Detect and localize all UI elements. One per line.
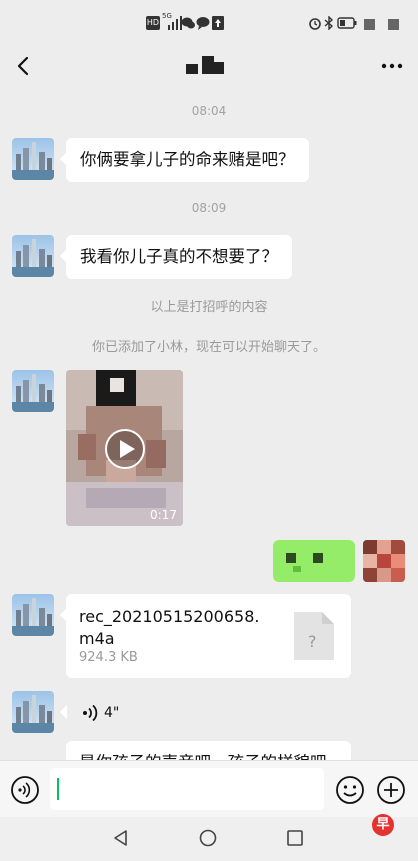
avatar-image (12, 691, 54, 733)
message-text: 是你孩子的声音吧，孩子的样貌吧 (66, 741, 351, 760)
file-size: 924.3 KB (79, 650, 138, 665)
message-bubble-partial[interactable]: 是你孩子的声音吧，孩子的样貌吧 (66, 741, 351, 760)
nav-recents-icon[interactable] (286, 829, 304, 847)
battery-icon (337, 17, 357, 29)
avatar-image (12, 594, 54, 636)
input-bar (0, 760, 418, 817)
upload-icon (212, 16, 224, 30)
video-duration: 0:17 (150, 508, 177, 522)
message-text: 我看你儿子真的不想要了？ (80, 247, 278, 266)
avatar[interactable] (12, 594, 54, 636)
more-icon[interactable] (380, 56, 404, 76)
redaction-block (286, 553, 296, 563)
avatar[interactable] (12, 370, 54, 412)
file-name: rec_20210515200658. m4a (79, 607, 260, 648)
wechat-notify-icon (181, 17, 195, 29)
contact-name-redacted (186, 56, 232, 78)
avatar-image (12, 370, 54, 412)
sent-message-bubble[interactable] (273, 540, 355, 582)
alarm-icon (309, 18, 321, 30)
system-nav-bar (0, 817, 418, 861)
blurred-block (364, 19, 375, 30)
avatar[interactable] (12, 138, 54, 180)
voice-wave-icon (83, 704, 98, 722)
avatar-image (12, 235, 54, 277)
play-icon[interactable] (104, 428, 146, 470)
avatar[interactable] (12, 235, 54, 277)
voice-duration: 4" (104, 705, 120, 721)
system-notice: 以上是打招呼的内容 (150, 300, 268, 315)
file-icon-glyph: ? (308, 632, 317, 651)
message-input[interactable] (50, 768, 324, 810)
bluetooth-icon (324, 16, 334, 30)
message-text: 你俩要拿儿子的命来赌是吧？ (80, 150, 295, 169)
emoji-icon[interactable] (335, 775, 365, 805)
avatar-image (12, 138, 54, 180)
plus-icon[interactable] (376, 775, 406, 805)
avatar[interactable] (12, 691, 54, 733)
file-message[interactable]: rec_20210515200658. m4a 924.3 KB ? (60, 594, 351, 678)
nav-back-icon[interactable] (112, 829, 130, 847)
my-avatar[interactable] (363, 540, 405, 582)
voice-icon[interactable] (10, 775, 40, 805)
my-avatar-image (363, 540, 405, 582)
signal-icon (168, 16, 182, 30)
blurred-block (388, 19, 399, 30)
watermark-logo: 早 (372, 814, 394, 836)
redaction-block (313, 553, 323, 563)
timestamp: 08:04 (191, 104, 227, 118)
timestamp: 08:09 (191, 201, 227, 215)
nav-home-icon[interactable] (199, 829, 217, 847)
redaction-block (293, 566, 301, 572)
hd-icon: HD (146, 16, 160, 30)
message-bubble[interactable]: 你俩要拿儿子的命来赌是吧？ (60, 138, 309, 182)
system-notice: 你已添加了小林，现在可以开始聊天了。 (91, 340, 326, 355)
video-message[interactable]: 0:17 (66, 370, 183, 526)
text-caret (57, 778, 59, 800)
message-bubble[interactable]: 我看你儿子真的不想要了？ (60, 235, 292, 279)
chat-notify-icon (196, 17, 210, 30)
chat-header (0, 44, 418, 88)
back-icon[interactable] (12, 54, 36, 78)
status-bar: HD 5G (0, 0, 418, 44)
